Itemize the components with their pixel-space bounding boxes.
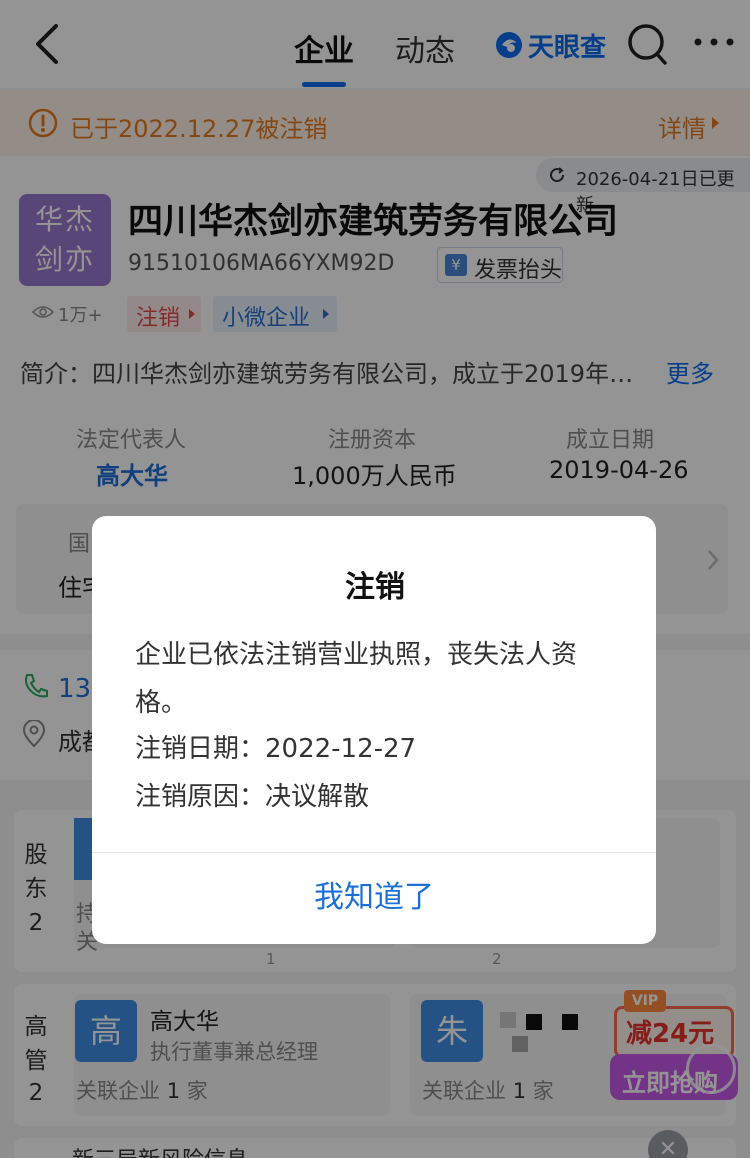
dialog-deregistration-reason: 注销原因：决议解散 (135, 782, 370, 812)
dialog-deregistration-date: 注销日期：2022-12-27 (135, 734, 417, 764)
dialog-title: 注销 (345, 570, 405, 605)
dialog-confirm-button[interactable]: 我知道了 (92, 853, 656, 943)
dialog-message-line: 格。 (135, 688, 188, 718)
dialog-message-line: 企业已依法注销营业执照，丧失法人资 (135, 640, 578, 670)
